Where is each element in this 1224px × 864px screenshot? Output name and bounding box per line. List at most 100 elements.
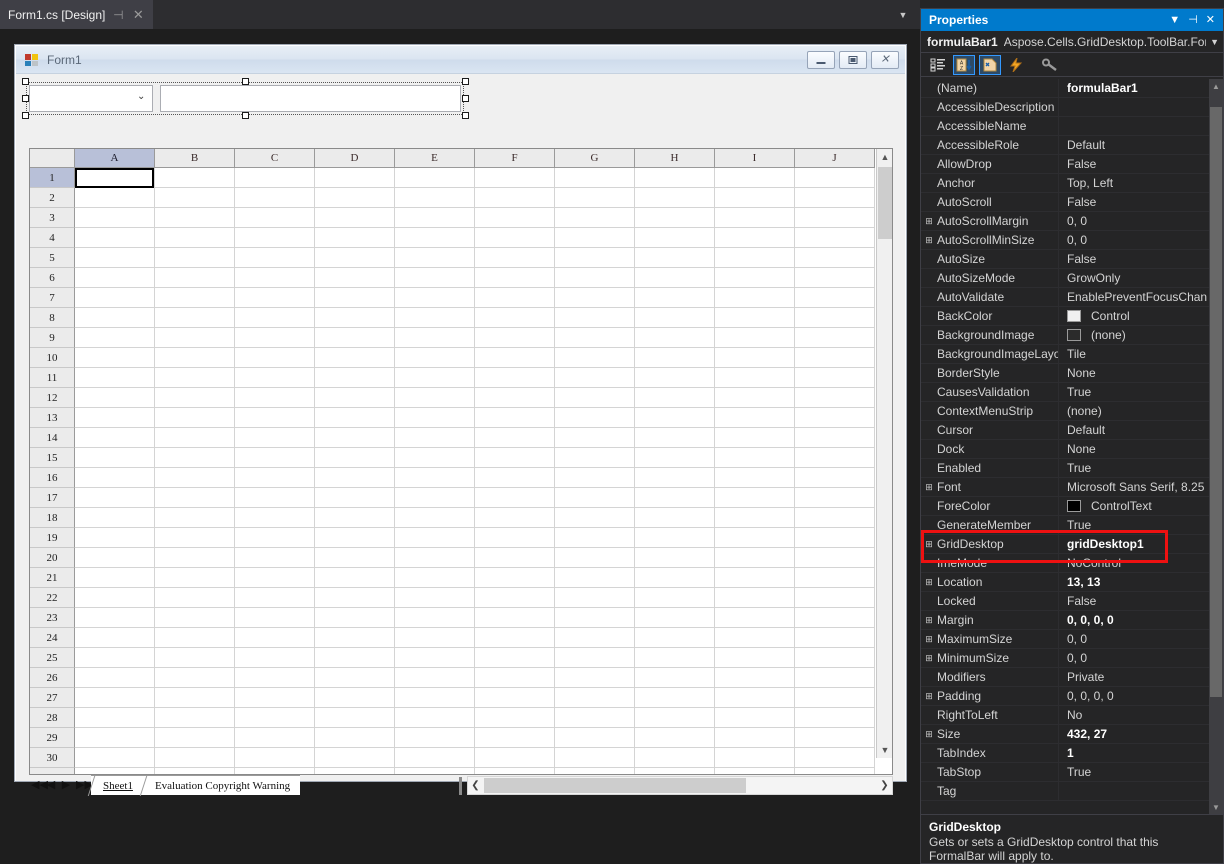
- property-row[interactable]: ImeMode NoControl: [921, 554, 1223, 573]
- cell-B10[interactable]: [155, 348, 235, 368]
- property-value[interactable]: 0, 0: [1059, 649, 1223, 667]
- expand-icon[interactable]: ⊞: [921, 478, 937, 496]
- cell-J25[interactable]: [795, 648, 875, 668]
- nav-last-icon[interactable]: ▶▶: [76, 778, 93, 792]
- cell-E29[interactable]: [395, 728, 475, 748]
- cell-D24[interactable]: [315, 628, 395, 648]
- cell-A30[interactable]: [75, 748, 155, 768]
- resize-handle-s[interactable]: [242, 112, 249, 119]
- property-value[interactable]: ControlText: [1059, 497, 1223, 515]
- cell-A6[interactable]: [75, 268, 155, 288]
- cell-B6[interactable]: [155, 268, 235, 288]
- cell-I14[interactable]: [715, 428, 795, 448]
- cell-D6[interactable]: [315, 268, 395, 288]
- cell-E8[interactable]: [395, 308, 475, 328]
- cell-J1[interactable]: [795, 168, 875, 188]
- cell-F10[interactable]: [475, 348, 555, 368]
- cell-E4[interactable]: [395, 228, 475, 248]
- cell-C20[interactable]: [235, 548, 315, 568]
- property-value[interactable]: False: [1059, 250, 1223, 268]
- property-value[interactable]: 0, 0: [1059, 630, 1223, 648]
- cell-D31[interactable]: [315, 768, 395, 774]
- cell-J13[interactable]: [795, 408, 875, 428]
- cell-E23[interactable]: [395, 608, 475, 628]
- property-row[interactable]: RightToLeft No: [921, 706, 1223, 725]
- cell-J21[interactable]: [795, 568, 875, 588]
- cell-G15[interactable]: [555, 448, 635, 468]
- cell-G17[interactable]: [555, 488, 635, 508]
- cell-E27[interactable]: [395, 688, 475, 708]
- cell-A5[interactable]: [75, 248, 155, 268]
- cell-I27[interactable]: [715, 688, 795, 708]
- cell-F12[interactable]: [475, 388, 555, 408]
- cell-F22[interactable]: [475, 588, 555, 608]
- sheet-tab-0[interactable]: Sheet1: [91, 775, 143, 795]
- cell-H6[interactable]: [635, 268, 715, 288]
- property-row[interactable]: ⊞ Font Microsoft Sans Serif, 8.25: [921, 478, 1223, 497]
- cell-B31[interactable]: [155, 768, 235, 774]
- row-header-24[interactable]: 24: [30, 628, 75, 648]
- cell-F23[interactable]: [475, 608, 555, 628]
- cell-H29[interactable]: [635, 728, 715, 748]
- close-button[interactable]: ✕: [871, 51, 899, 69]
- cell-B24[interactable]: [155, 628, 235, 648]
- cell-B2[interactable]: [155, 188, 235, 208]
- cell-A11[interactable]: [75, 368, 155, 388]
- cell-E9[interactable]: [395, 328, 475, 348]
- cell-C26[interactable]: [235, 668, 315, 688]
- cell-D9[interactable]: [315, 328, 395, 348]
- property-row[interactable]: BackColor Control: [921, 307, 1223, 326]
- property-row[interactable]: ⊞ GridDesktop gridDesktop1: [921, 535, 1223, 554]
- cell-A24[interactable]: [75, 628, 155, 648]
- property-row[interactable]: Anchor Top, Left: [921, 174, 1223, 193]
- events-button[interactable]: [1005, 55, 1027, 75]
- cell-F16[interactable]: [475, 468, 555, 488]
- object-selector[interactable]: formulaBar1 Aspose.Cells.GridDesktop.Too…: [921, 31, 1223, 53]
- cell-J8[interactable]: [795, 308, 875, 328]
- property-value[interactable]: (none): [1059, 402, 1223, 420]
- chevron-down-icon[interactable]: ▼: [1206, 37, 1219, 47]
- cell-J9[interactable]: [795, 328, 875, 348]
- grid-vertical-scrollbar[interactable]: ▲ ▼: [876, 149, 892, 758]
- property-value[interactable]: GrowOnly: [1059, 269, 1223, 287]
- cell-D26[interactable]: [315, 668, 395, 688]
- scroll-thumb[interactable]: [878, 167, 892, 239]
- property-value[interactable]: 13, 13: [1059, 573, 1223, 591]
- cell-E31[interactable]: [395, 768, 475, 774]
- property-value[interactable]: 432, 27: [1059, 725, 1223, 743]
- cell-F24[interactable]: [475, 628, 555, 648]
- row-header-7[interactable]: 7: [30, 288, 75, 308]
- cell-C1[interactable]: [235, 168, 315, 188]
- cell-I20[interactable]: [715, 548, 795, 568]
- property-value[interactable]: Default: [1059, 421, 1223, 439]
- cell-B30[interactable]: [155, 748, 235, 768]
- cell-F21[interactable]: [475, 568, 555, 588]
- sheet-splitter[interactable]: [459, 777, 462, 795]
- cell-H16[interactable]: [635, 468, 715, 488]
- property-value[interactable]: [1059, 98, 1223, 116]
- cell-D5[interactable]: [315, 248, 395, 268]
- property-value[interactable]: (none): [1059, 326, 1223, 344]
- cell-B14[interactable]: [155, 428, 235, 448]
- column-header-c[interactable]: C: [235, 149, 315, 168]
- caret-up-icon[interactable]: ▲: [1209, 79, 1223, 93]
- cell-G19[interactable]: [555, 528, 635, 548]
- sheet-tab-1[interactable]: Evaluation Copyright Warning: [142, 775, 301, 795]
- cell-C25[interactable]: [235, 648, 315, 668]
- name-box-input[interactable]: ⌄: [29, 85, 153, 112]
- cell-C18[interactable]: [235, 508, 315, 528]
- property-row[interactable]: AutoValidate EnablePreventFocusChan: [921, 288, 1223, 307]
- cell-E14[interactable]: [395, 428, 475, 448]
- cell-D18[interactable]: [315, 508, 395, 528]
- resize-handle-e[interactable]: [462, 95, 469, 102]
- cell-J18[interactable]: [795, 508, 875, 528]
- cell-E17[interactable]: [395, 488, 475, 508]
- row-header-12[interactable]: 12: [30, 388, 75, 408]
- cell-D15[interactable]: [315, 448, 395, 468]
- cell-A2[interactable]: [75, 188, 155, 208]
- cell-J6[interactable]: [795, 268, 875, 288]
- cell-H1[interactable]: [635, 168, 715, 188]
- cell-D17[interactable]: [315, 488, 395, 508]
- cell-A28[interactable]: [75, 708, 155, 728]
- cell-A10[interactable]: [75, 348, 155, 368]
